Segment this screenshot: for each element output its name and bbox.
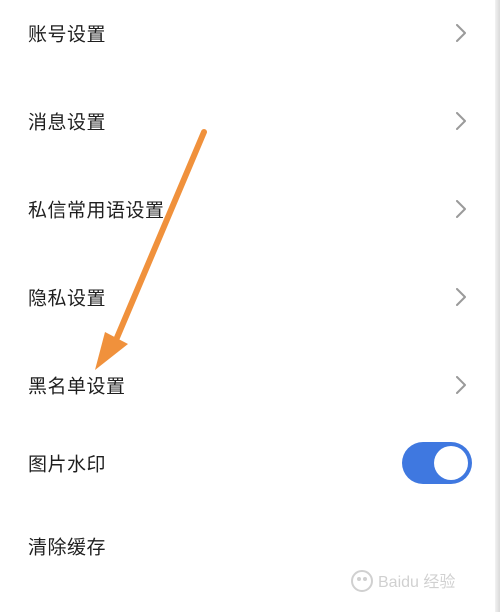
settings-item-label: 黑名单设置 xyxy=(28,375,126,398)
settings-item-image-watermark: 图片水印 xyxy=(0,433,500,493)
settings-item-privacy[interactable]: 隐私设置 xyxy=(0,267,500,327)
settings-item-label: 消息设置 xyxy=(28,111,107,134)
settings-item-label: 隐私设置 xyxy=(28,287,107,310)
settings-item-dm-phrases[interactable]: 私信常用语设置 xyxy=(0,179,500,239)
chevron-right-icon xyxy=(456,376,466,394)
settings-item-message[interactable]: 消息设置 xyxy=(0,91,500,151)
settings-item-label: 私信常用语设置 xyxy=(28,199,165,222)
scroll-edge xyxy=(495,0,500,612)
image-watermark-toggle[interactable] xyxy=(402,442,472,484)
chevron-right-icon xyxy=(456,200,466,218)
settings-item-label: 账号设置 xyxy=(28,23,107,46)
chevron-right-icon xyxy=(456,24,466,42)
settings-item-label: 图片水印 xyxy=(28,453,107,476)
chevron-right-icon xyxy=(456,112,466,130)
settings-item-blacklist[interactable]: 黑名单设置 xyxy=(0,355,500,415)
settings-item-label: 清除缓存 xyxy=(28,536,107,559)
settings-item-account[interactable]: 账号设置 xyxy=(0,3,500,63)
chevron-right-icon xyxy=(456,288,466,306)
toggle-knob xyxy=(434,446,468,480)
settings-item-clear-cache[interactable]: 清除缓存 xyxy=(0,516,500,576)
settings-list: 账号设置 消息设置 私信常用语设置 隐私设置 黑名单设置 图片水印 清除缓存 xyxy=(0,0,500,612)
